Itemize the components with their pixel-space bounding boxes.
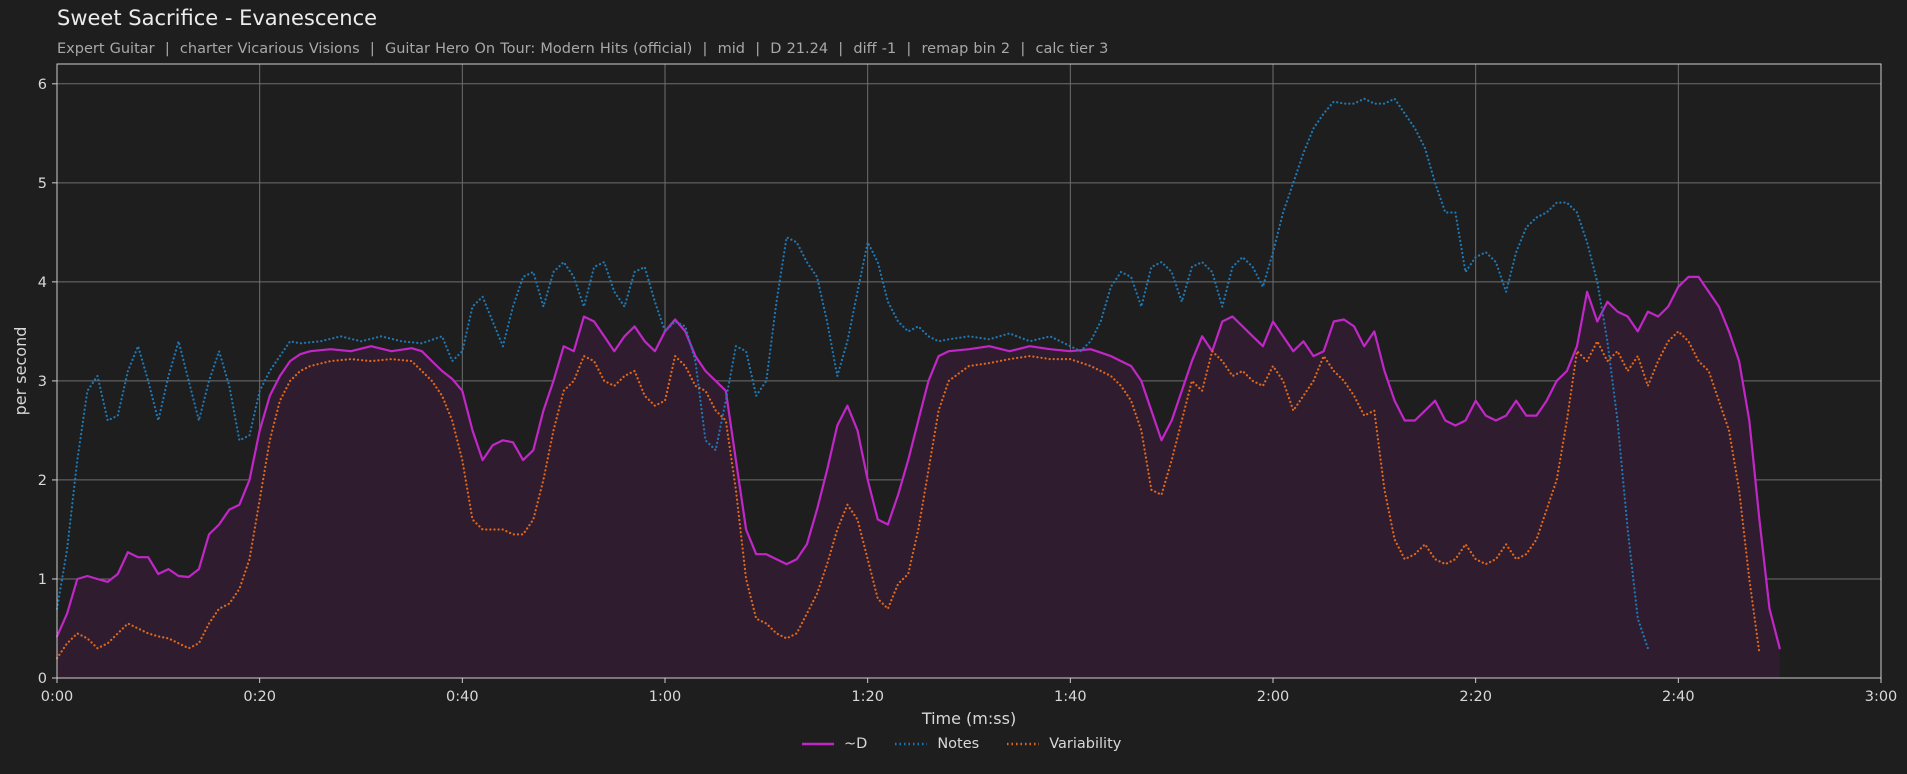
y-tick-label: 1 — [38, 572, 47, 588]
x-tick-label: 1:20 — [851, 689, 884, 705]
legend-swatch-d — [802, 742, 834, 746]
y-tick-label: 3 — [38, 374, 47, 390]
legend: ~D Notes Variability — [802, 736, 1121, 752]
d-area — [57, 276, 1780, 678]
x-tick-label: 2:20 — [1459, 689, 1492, 705]
x-tick-label: 0:20 — [243, 689, 276, 705]
legend-label-d: ~D — [844, 736, 868, 752]
y-tick-label: 5 — [38, 176, 47, 192]
legend-label-variability: Variability — [1049, 736, 1122, 752]
x-tick-label: 0:00 — [41, 689, 74, 705]
line-chart: 0:00 0:20 0:40 1:00 1:20 1:40 2:00 2:20 2:40 3:00… — [11, 63, 1898, 728]
x-tick-label: 1:40 — [1054, 689, 1087, 705]
x-tick-label: 3:00 — [1865, 689, 1898, 705]
legend-swatch-variability — [1007, 742, 1040, 746]
d-area-fill — [57, 276, 1780, 678]
legend-item-notes: Notes — [895, 736, 979, 752]
x-tick-label: 0:40 — [446, 689, 479, 705]
y-tick-label: 6 — [38, 77, 47, 93]
x-tick-label: 2:40 — [1662, 689, 1695, 705]
y-tick-label: 4 — [38, 275, 47, 291]
y-axis-label: per second — [11, 327, 30, 416]
y-tick-label: 2 — [38, 473, 47, 489]
legend-label-notes: Notes — [937, 736, 980, 752]
legend-swatch-notes — [895, 742, 928, 746]
x-tick-label: 2:00 — [1257, 689, 1290, 705]
legend-item-variability: Variability — [1007, 736, 1121, 752]
x-axis-label: Time (m:ss) — [921, 709, 1016, 728]
legend-item-d: ~D — [802, 736, 867, 752]
y-tick-label: 0 — [38, 671, 47, 687]
x-tick-label: 1:00 — [649, 689, 682, 705]
